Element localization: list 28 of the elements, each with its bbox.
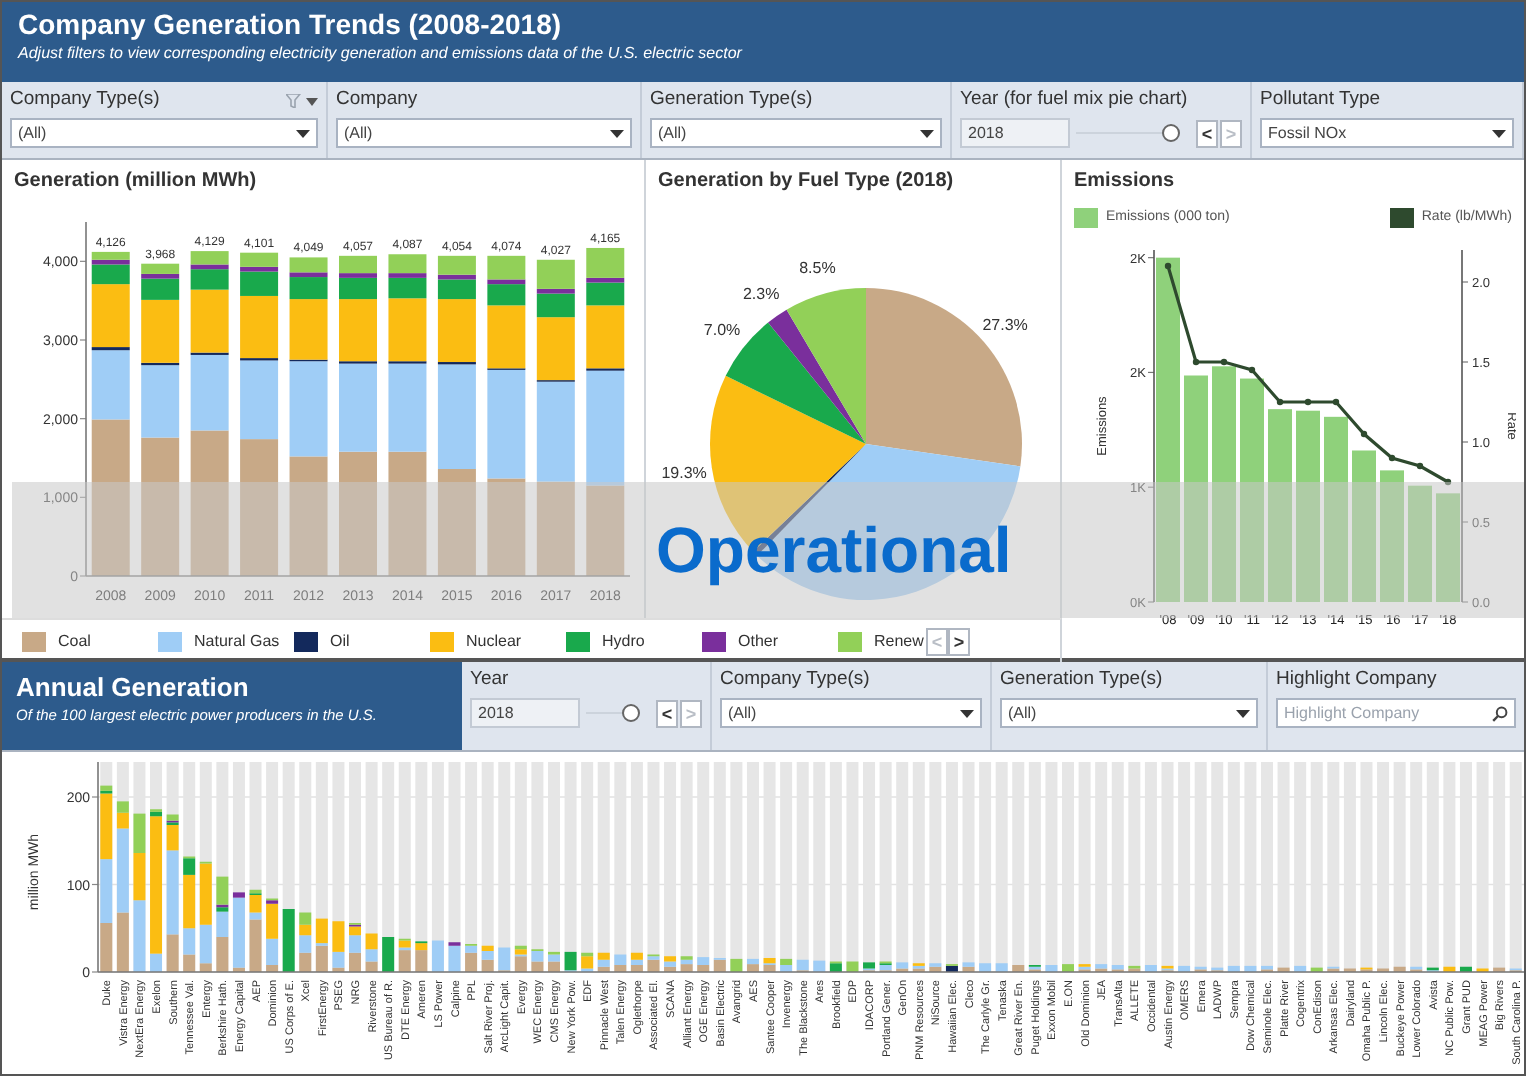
value-label: 19.3%	[661, 464, 707, 483]
chart-title: Generation (million MWh)	[14, 168, 259, 196]
chart-title: Generation by Fuel Type (2018)	[658, 168, 956, 196]
chart-title: Emissions	[1074, 168, 1177, 196]
filter-label: Pollutant Type	[1260, 88, 1381, 112]
filter-label: Company Type(s)	[720, 668, 870, 692]
legend-label: Renew	[874, 629, 924, 653]
filter-label: Company	[336, 88, 418, 112]
legend-label: Nuclear	[466, 629, 522, 653]
dashboard-subtitle: Adjust filters to view corresponding electricity generation and emissions data of the U.S. electric sector	[18, 42, 745, 64]
value-label: 7.0%	[703, 321, 741, 340]
value-label: 2.3%	[742, 284, 780, 303]
filter-label: Generation Type(s)	[650, 88, 813, 112]
filter-label: Company Type(s)	[10, 88, 160, 112]
legend-label: Coal	[58, 629, 91, 653]
section-title: Annual Generation	[16, 672, 251, 704]
legend-label: Other	[738, 629, 779, 653]
legend-label: Natural Gas	[194, 629, 280, 653]
filter-label: Generation Type(s)	[1000, 668, 1163, 692]
legend-label: Oil	[330, 629, 350, 653]
filter-label: Highlight Company	[1276, 668, 1437, 692]
filter-label: Year (for fuel mix pie chart)	[960, 88, 1188, 112]
value-label: 27.3%	[982, 315, 1028, 334]
dashboard-title: Company Generation Trends (2008-2018)	[18, 8, 564, 42]
legend-label: Hydro	[602, 629, 645, 653]
value-label: 8.5%	[799, 258, 836, 277]
filter-label: Year	[470, 668, 509, 692]
banner-text: Operational	[656, 518, 1012, 582]
